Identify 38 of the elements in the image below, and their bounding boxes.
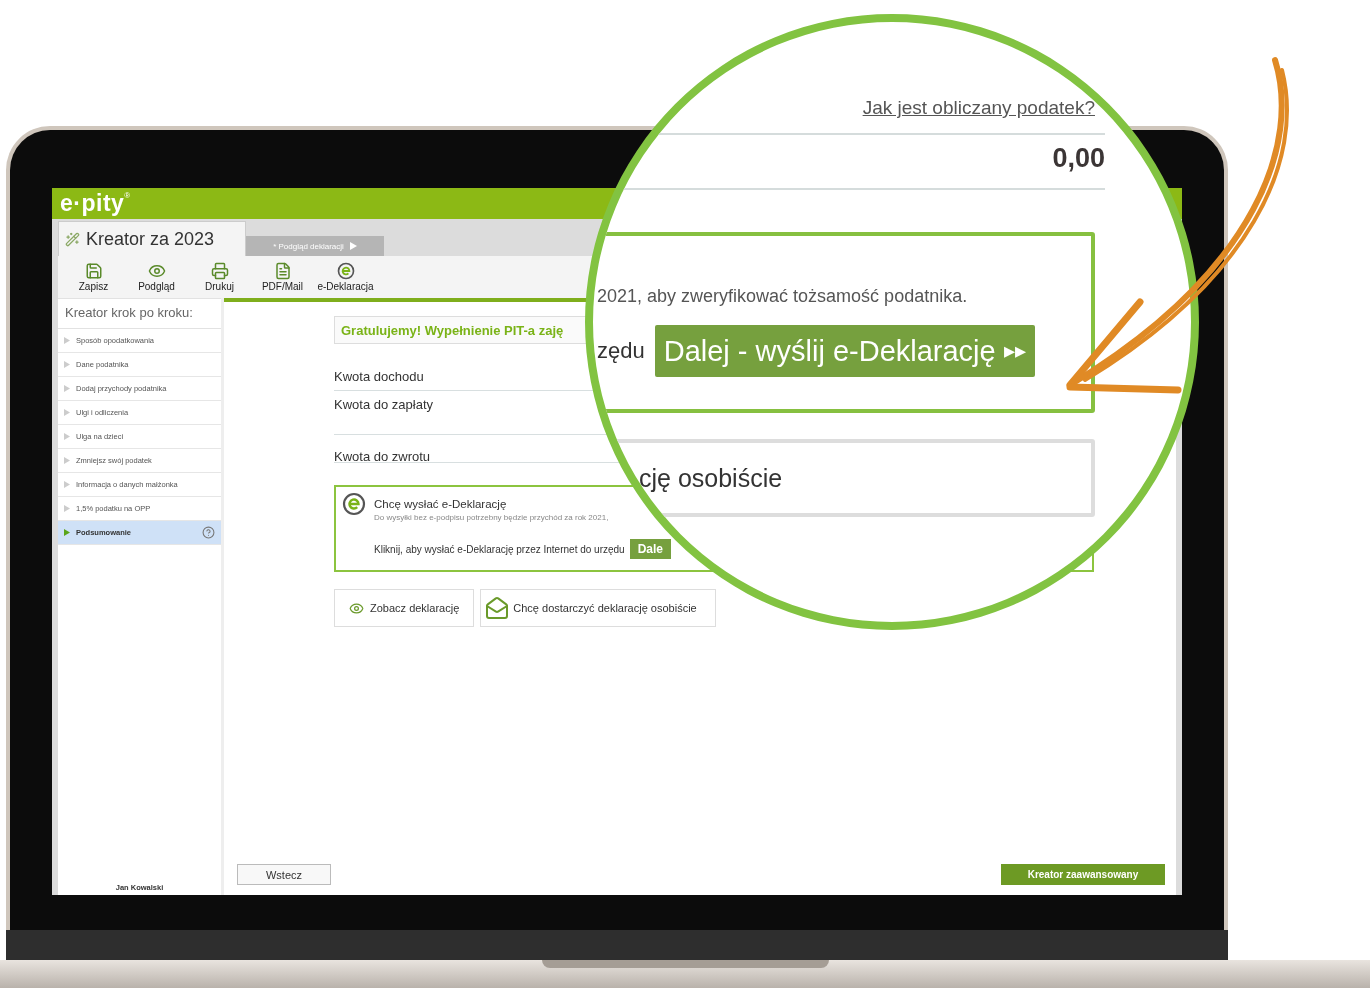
eye-icon bbox=[349, 600, 364, 616]
toolbar-button[interactable]: Drukuj bbox=[188, 256, 251, 298]
prompt-text: Kliknij, aby wysłać e-Deklarację przez Internet do urzędu bbox=[374, 543, 625, 555]
tax-info-link[interactable]: Jak jest obliczany podatek? bbox=[862, 97, 1095, 119]
preview-icon bbox=[147, 262, 166, 280]
e-ring-icon bbox=[336, 262, 355, 280]
print-icon bbox=[210, 262, 229, 280]
pdf-icon bbox=[273, 262, 292, 280]
wand-icon bbox=[65, 231, 80, 247]
help-icon[interactable] bbox=[202, 526, 215, 539]
e-ring-icon bbox=[342, 492, 366, 516]
triangle-icon bbox=[64, 409, 70, 416]
option-text: cję osobiście bbox=[639, 463, 783, 493]
section-title: Chcę wysłać e-Deklarację bbox=[374, 498, 508, 510]
triangle-icon bbox=[64, 457, 70, 464]
toolbar-button[interactable]: e-Deklaracja bbox=[314, 256, 377, 298]
action-button[interactable]: Zobacz deklarację bbox=[334, 589, 475, 627]
toolbar-button[interactable]: PDF/Mail bbox=[251, 256, 314, 298]
note-text: 2021, aby zweryfikować tożsamość podatnika. bbox=[597, 286, 969, 307]
triangle-icon bbox=[64, 481, 70, 488]
registered-mark: ® bbox=[124, 191, 131, 200]
triangle-icon bbox=[349, 242, 357, 250]
triangle-icon bbox=[64, 385, 70, 392]
sidebar-title: Kreator krok po kroku: bbox=[58, 298, 221, 329]
save-icon bbox=[84, 262, 103, 280]
tab[interactable]: Kreator za 2023 bbox=[58, 221, 246, 256]
note-text: Do wysyłki bez e-podpisu potrzebny będzie przychód za rok 2021, bbox=[374, 513, 610, 522]
amount-value: 0,00 bbox=[1051, 142, 1105, 175]
triangle-icon bbox=[64, 529, 70, 536]
toolbar-button[interactable]: Zapisz bbox=[62, 256, 125, 298]
triangle-icon bbox=[64, 361, 70, 368]
back-button[interactable]: Wstecz bbox=[237, 864, 331, 885]
envelope-icon bbox=[485, 596, 510, 620]
logo-text: e·pity bbox=[60, 190, 125, 217]
triangle-icon bbox=[64, 433, 70, 440]
toolbar-button[interactable]: Podgląd bbox=[125, 256, 188, 298]
triangle-icon bbox=[64, 337, 70, 344]
triangle-icon bbox=[64, 505, 70, 512]
